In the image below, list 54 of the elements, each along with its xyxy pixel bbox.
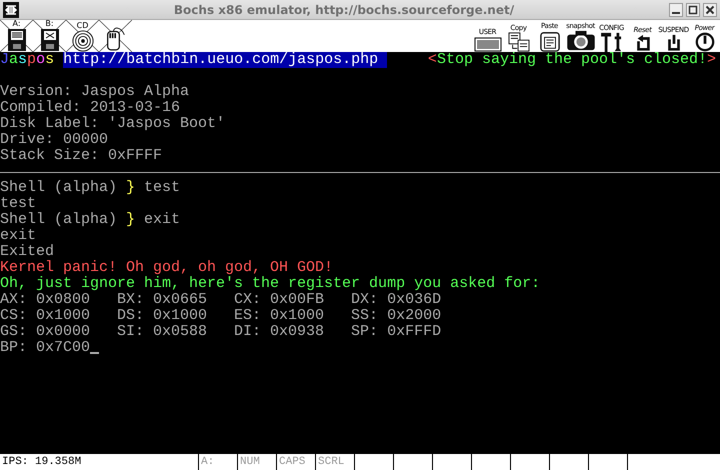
minimize-button[interactable] xyxy=(669,2,683,16)
keyboard-icon xyxy=(474,36,502,52)
app-icon[interactable] xyxy=(3,2,19,18)
close-icon xyxy=(705,4,715,14)
console-text: Compiled: 2013-03-16 xyxy=(0,99,180,116)
console-text: } xyxy=(126,179,136,196)
close-button[interactable] xyxy=(703,2,717,16)
console-text: Version: Jaspos Alpha xyxy=(0,83,190,100)
copy-icon xyxy=(508,32,530,52)
console-text: Shell (alpha) xyxy=(0,179,118,196)
logo-letter: a xyxy=(9,52,18,68)
status-indicator: CAPS xyxy=(277,454,316,470)
console-text: test xyxy=(0,195,36,212)
console-text: BP: 0x7C00 xyxy=(0,339,90,356)
floppy-icon xyxy=(40,28,60,52)
console-text: exit xyxy=(143,211,180,228)
status-indicator: SCRL xyxy=(316,454,355,470)
console-text: Kernel panic! Oh god, oh god, OH GOD! xyxy=(0,259,334,276)
ips-counter: IPS: 19.358M xyxy=(0,454,199,470)
motto-text: <Stop saying the pool's closed!> xyxy=(428,52,717,68)
clipboard-icon xyxy=(540,30,560,52)
status-indicator: NUM xyxy=(238,454,277,470)
floppy-button[interactable]: A: xyxy=(0,20,33,52)
console-text: Disk Label: 'Jaspos Boot' xyxy=(0,115,226,132)
console-text: Drive: 00000 xyxy=(0,131,108,148)
console-text: GS: 0x0000 SI: 0x0588 DI: 0x0938 SP: 0xFFFD xyxy=(0,323,442,340)
camera-icon xyxy=(566,30,596,52)
floppy-icon xyxy=(6,28,26,52)
console-text: Exited xyxy=(0,243,54,260)
window-title: Bochs x86 emulator, http://bochs.sourceforge.net/ xyxy=(174,2,514,16)
disc-icon xyxy=(72,30,94,52)
maximize-button[interactable] xyxy=(686,2,700,16)
console-text: Shell (alpha) xyxy=(0,211,118,228)
cdrom-button[interactable]: CD xyxy=(66,20,99,52)
console-text: exit xyxy=(0,227,36,244)
logo-letter: o xyxy=(36,52,46,68)
maximize-icon xyxy=(688,4,698,14)
power-icon xyxy=(694,32,714,52)
status-indicator: A: xyxy=(199,454,238,470)
console-text: CS: 0x1000 DS: 0x1000 ES: 0x1000 SS: 0x2000 xyxy=(0,307,442,324)
logo-letter: J xyxy=(0,52,10,68)
logo-letter: p xyxy=(27,52,36,68)
floppy-button[interactable]: B: xyxy=(33,20,66,52)
console-text: test xyxy=(143,179,180,196)
minimize-icon xyxy=(672,12,680,14)
tools-icon xyxy=(600,32,624,52)
console-text: AX: 0x0800 BX: 0x0665 CX: 0x00FB DX: 0x036D xyxy=(0,291,442,308)
console-text: } xyxy=(126,211,136,228)
console-text: Stack Size: 0xFFFF xyxy=(0,147,162,164)
mouse-icon xyxy=(106,26,126,52)
logo-letter: s xyxy=(45,52,54,68)
url-banner: http://batchbin.ueuo.com/jaspos.php xyxy=(63,52,388,68)
logo-letter: s xyxy=(18,52,28,68)
console-text: Oh, just ignore him, here's the register dump you asked for: xyxy=(0,275,540,292)
